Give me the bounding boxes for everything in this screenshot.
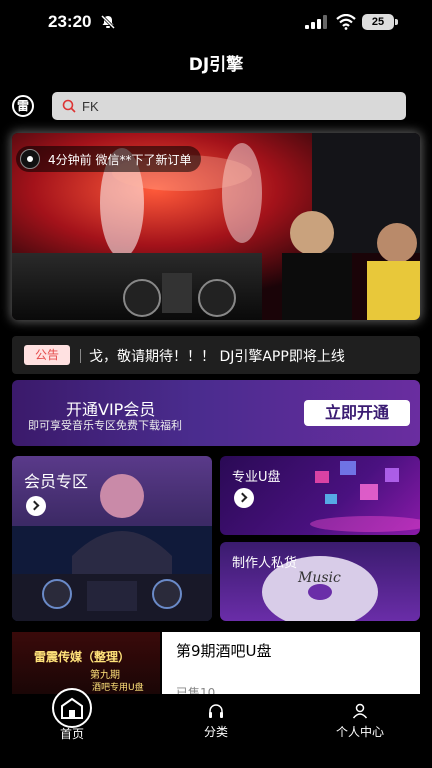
tab-category-label: 分类 (203, 725, 228, 739)
tab-bar: 首页 分类 个人中心 (0, 688, 432, 768)
tab-profile-label: 个人中心 (335, 725, 384, 739)
product-name: 第9期酒吧U盘 (176, 642, 272, 660)
brand-logo[interactable]: 雷 (12, 95, 34, 117)
pro-usb-title: 专业U盘 (232, 470, 281, 485)
avatar (20, 149, 40, 169)
vip-subtitle: 即可享受音乐专区免费下载福利 (28, 419, 182, 432)
search-icon (62, 99, 76, 113)
announcement-bar[interactable]: 公告 戈，敬请期待！！！ DJ引擎APP即将上线 (12, 336, 420, 374)
order-notification-text: 4分钟前 微信**下了新订单 (48, 152, 192, 167)
search-bar[interactable] (52, 92, 406, 120)
divider (80, 349, 81, 363)
product-image-line2: 第九期 (90, 670, 120, 681)
pro-usb-card[interactable]: 专业U盘 (220, 456, 420, 535)
announcement-marquee: 戈，敬请期待！！！ DJ引擎APP即将上线 (80, 346, 345, 366)
product-thumbnail[interactable]: 雷震传媒（整理） 第九期 酒吧专用U盘 (12, 632, 160, 694)
chevron-right-icon[interactable] (26, 496, 46, 516)
chevron-right-icon[interactable] (234, 488, 254, 508)
producer-card[interactable]: Music 制作人私货 (220, 542, 420, 621)
product-image-line3: 酒吧专用U盘 (92, 683, 144, 693)
battery-level: 25 (362, 14, 394, 30)
announcement-text: 戈，敬请期待！！！ DJ引擎APP即将上线 (89, 349, 345, 365)
member-zone-title: 会员专区 (24, 472, 89, 491)
announcement-tag: 公告 (24, 345, 70, 365)
page-title: DJ引擎 (188, 55, 244, 75)
search-input[interactable] (82, 95, 392, 117)
signal-icon (305, 15, 327, 29)
tab-profile[interactable]: 个人中心 (310, 694, 410, 754)
tab-category[interactable]: 分类 (166, 694, 266, 754)
music-cd-label: Music (297, 570, 341, 586)
battery-icon (395, 19, 398, 25)
member-zone-card[interactable]: 会员专区 (12, 456, 212, 621)
vip-banner[interactable]: 开通VIP会员 即可享受音乐专区免费下载福利 立即开通 (12, 380, 420, 446)
product-image-line1: 雷震传媒（整理） (34, 650, 131, 664)
producer-title: 制作人私货 (232, 556, 298, 571)
home-icon (52, 688, 92, 728)
wifi-icon (336, 14, 356, 30)
order-notification: 4分钟前 微信**下了新订单 (16, 146, 202, 172)
status-time: 23:20 (48, 12, 92, 31)
product-card[interactable]: 第9期酒吧U盘 已售10 (162, 632, 420, 700)
headphones-icon (209, 704, 223, 718)
tab-home[interactable]: 首页 (22, 688, 122, 754)
vip-open-button[interactable]: 立即开通 (304, 400, 410, 426)
tab-home-label: 首页 (59, 727, 84, 741)
user-icon (352, 703, 368, 719)
app-screen: 23:20 25 DJ引擎 雷 FK 4分钟前 微信**下了新订单 公告 戈，敬… (0, 0, 432, 768)
bell-muted-icon (100, 14, 116, 30)
status-bar: 23:20 25 (0, 0, 432, 46)
